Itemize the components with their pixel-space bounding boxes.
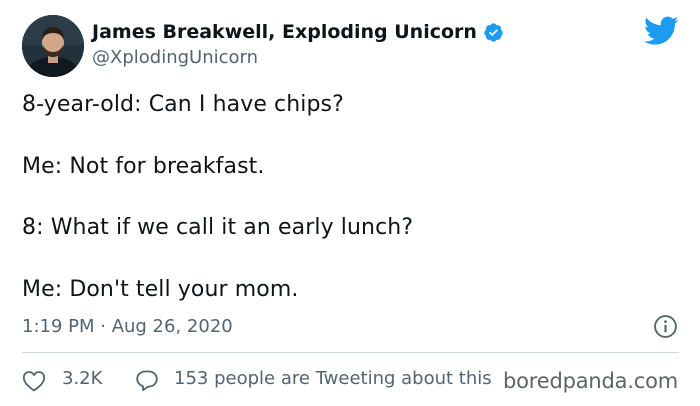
verified-badge-icon [483,22,504,43]
heart-icon[interactable] [22,370,46,392]
avatar[interactable] [22,15,84,77]
author-display-name[interactable]: James Breakwell, Exploding Unicorn [92,21,477,43]
tweet-text-line: 8: What if we call it an early lunch? [22,215,414,240]
speech-bubble-icon[interactable] [135,369,159,392]
tweet-text-line: Me: Don't tell your mom. [22,277,299,302]
tweet-text-line: Me: Not for breakfast. [22,154,265,179]
watermark: boredpanda.com [503,369,679,393]
divider [22,352,679,353]
avatar-photo [22,15,84,77]
info-icon[interactable] [653,314,678,339]
author-name-row[interactable]: James Breakwell, Exploding Unicorn [92,21,504,43]
conversation-link[interactable]: 153 people are Tweeting about this [174,368,492,389]
like-count[interactable]: 3.2K [62,368,102,389]
twitter-bird-icon[interactable] [643,16,679,46]
tweet-text-line: 8-year-old: Can I have chips? [22,92,344,117]
tweet-card: James Breakwell, Exploding Unicorn @Xplo… [0,0,700,406]
tweet-timestamp[interactable]: 1:19 PM · Aug 26, 2020 [22,316,233,337]
author-handle[interactable]: @XplodingUnicorn [92,47,258,68]
